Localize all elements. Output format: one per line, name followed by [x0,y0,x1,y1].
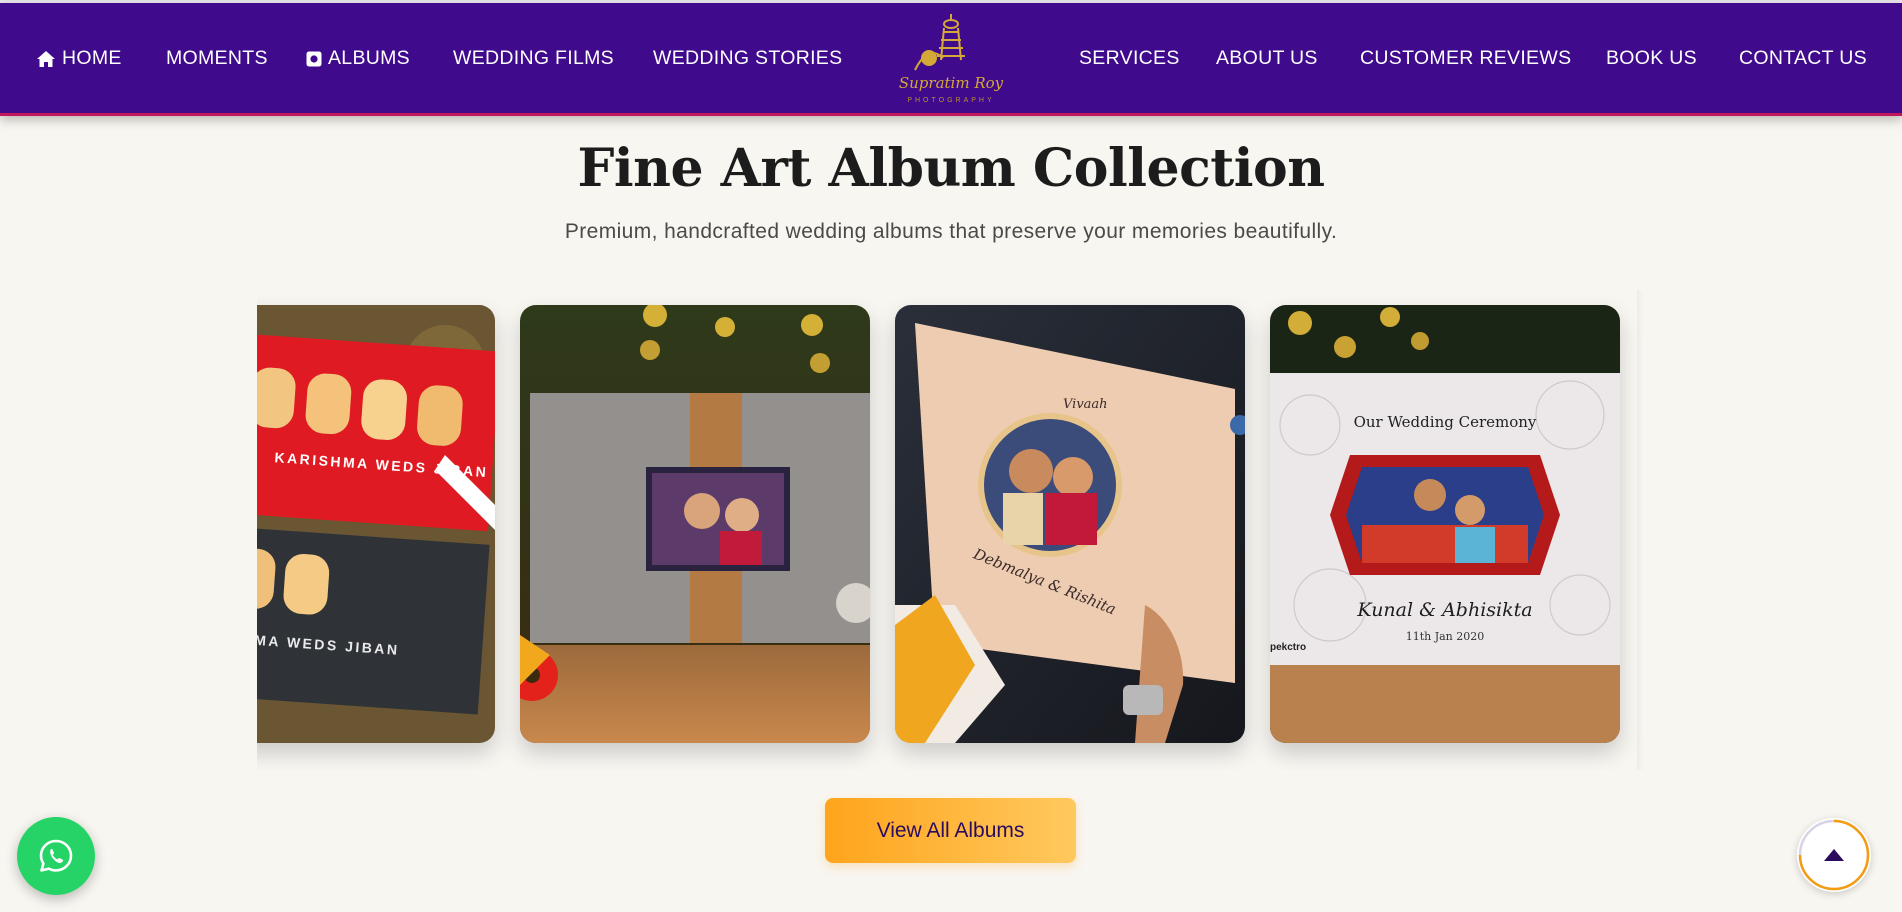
album-card-vivaah[interactable]: Vivaah Debmalya & Rishita [895,305,1245,743]
logo-subtitle: PHOTOGRAPHY [907,97,995,104]
section-subtitle: Premium, handcrafted wedding albums that… [564,220,1338,243]
album-brand: pekctro [1270,642,1306,653]
nav-customer-reviews-label: CUSTOMER REVIEWS [1360,47,1572,69]
scroll-to-top-button[interactable] [1797,818,1871,892]
whatsapp-icon [39,839,73,872]
nav-home-label: HOME [62,47,122,69]
nav-moments-label: MOMENTS [166,47,268,69]
nav-about-us-label: ABOUT US [1216,47,1318,69]
nav-book-us[interactable]: BOOK US [1606,47,1697,70]
album-photo [520,305,870,743]
album-card-grey-linen[interactable] [520,305,870,743]
album-date: 11th Jan 2020 [1406,630,1485,643]
album-icon [306,51,322,66]
nav-services[interactable]: SERVICES [1079,47,1180,70]
nav-book-us-label: BOOK US [1606,47,1697,69]
nav-albums[interactable]: ALBUMS [306,47,410,70]
album-carousel[interactable]: KARISHMA WEDS JIBAN MA WEDS JIBAN Vivaah… [257,290,1644,770]
carousel-edge-shadow [1637,290,1644,770]
section-title: Fine Art Album Collection [577,138,1325,199]
main-nav: HOME MOMENTS ALBUMS WEDDING FILMS WEDDIN… [0,3,1902,116]
nav-customer-reviews[interactable]: CUSTOMER REVIEWS [1360,47,1571,70]
brand-logo[interactable]: Supratim Roy PHOTOGRAPHY [895,10,1007,112]
arrow-up-icon [1824,849,1844,861]
nav-moments[interactable]: MOMENTS [166,47,268,70]
nav-contact-us-label: CONTACT US [1739,47,1867,69]
album-names: Kunal & Abhisikta [1356,599,1532,621]
view-all-albums-button[interactable]: View All Albums [825,798,1076,863]
album-photo: Vivaah Debmalya & Rishita [895,305,1245,743]
nav-wedding-films-label: WEDDING FILMS [453,47,614,69]
logo-script: Supratim Roy [898,74,1004,92]
album-card-kunal-abhisikta[interactable]: Our Wedding Ceremony Kunal & Abhisikta 1… [1270,305,1620,743]
album-photo: KARISHMA WEDS JIBAN MA WEDS JIBAN [257,305,495,743]
nav-wedding-stories[interactable]: WEDDING STORIES [653,47,842,70]
album-heading: Our Wedding Ceremony [1354,413,1537,431]
album-card-karishma-jiban[interactable]: KARISHMA WEDS JIBAN MA WEDS JIBAN [257,305,495,743]
camera-tower-emblem [914,14,965,71]
whatsapp-button[interactable] [17,817,95,895]
album-photo: Our Wedding Ceremony Kunal & Abhisikta 1… [1270,305,1620,743]
nav-wedding-stories-label: WEDDING STORIES [653,47,843,69]
nav-contact-us[interactable]: CONTACT US [1739,47,1867,70]
nav-about-us[interactable]: ABOUT US [1216,47,1318,70]
nav-home[interactable]: HOME [36,47,122,70]
nav-albums-label: ALBUMS [328,47,410,69]
album-cover-text: Vivaah [1063,397,1108,412]
home-icon [37,50,55,67]
nav-services-label: SERVICES [1079,47,1180,69]
nav-wedding-films[interactable]: WEDDING FILMS [453,47,614,70]
